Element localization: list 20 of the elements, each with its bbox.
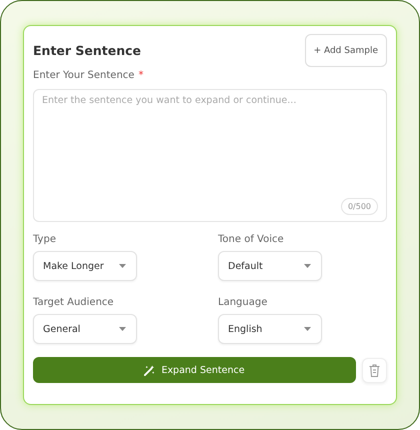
expand-button[interactable]: Expand Sentence: [33, 357, 356, 383]
dropdown[interactable]: English: [218, 314, 322, 344]
field-label: Type: [33, 234, 57, 245]
caret-icon: [304, 327, 311, 331]
caret-icon: [119, 264, 126, 268]
magic-wand-icon: [144, 364, 156, 376]
required-mark: *: [138, 70, 144, 81]
add-sample-button[interactable]: + Add Sample: [304, 34, 387, 67]
trash-icon: [369, 364, 380, 376]
field-label: Target Audience: [33, 297, 115, 308]
delete-button[interactable]: [362, 358, 387, 382]
field-label: Tone of Voice: [218, 234, 285, 245]
card-title: Enter Sentence: [33, 43, 142, 58]
dropdown[interactable]: Default: [218, 251, 322, 281]
caret-icon: [119, 327, 126, 331]
field-label: Enter Your Sentence: [33, 70, 134, 81]
field-label: Language: [218, 297, 268, 308]
dropdown[interactable]: Make Longer: [33, 251, 137, 281]
caret-icon: [304, 264, 311, 268]
dropdown[interactable]: General: [33, 314, 137, 344]
